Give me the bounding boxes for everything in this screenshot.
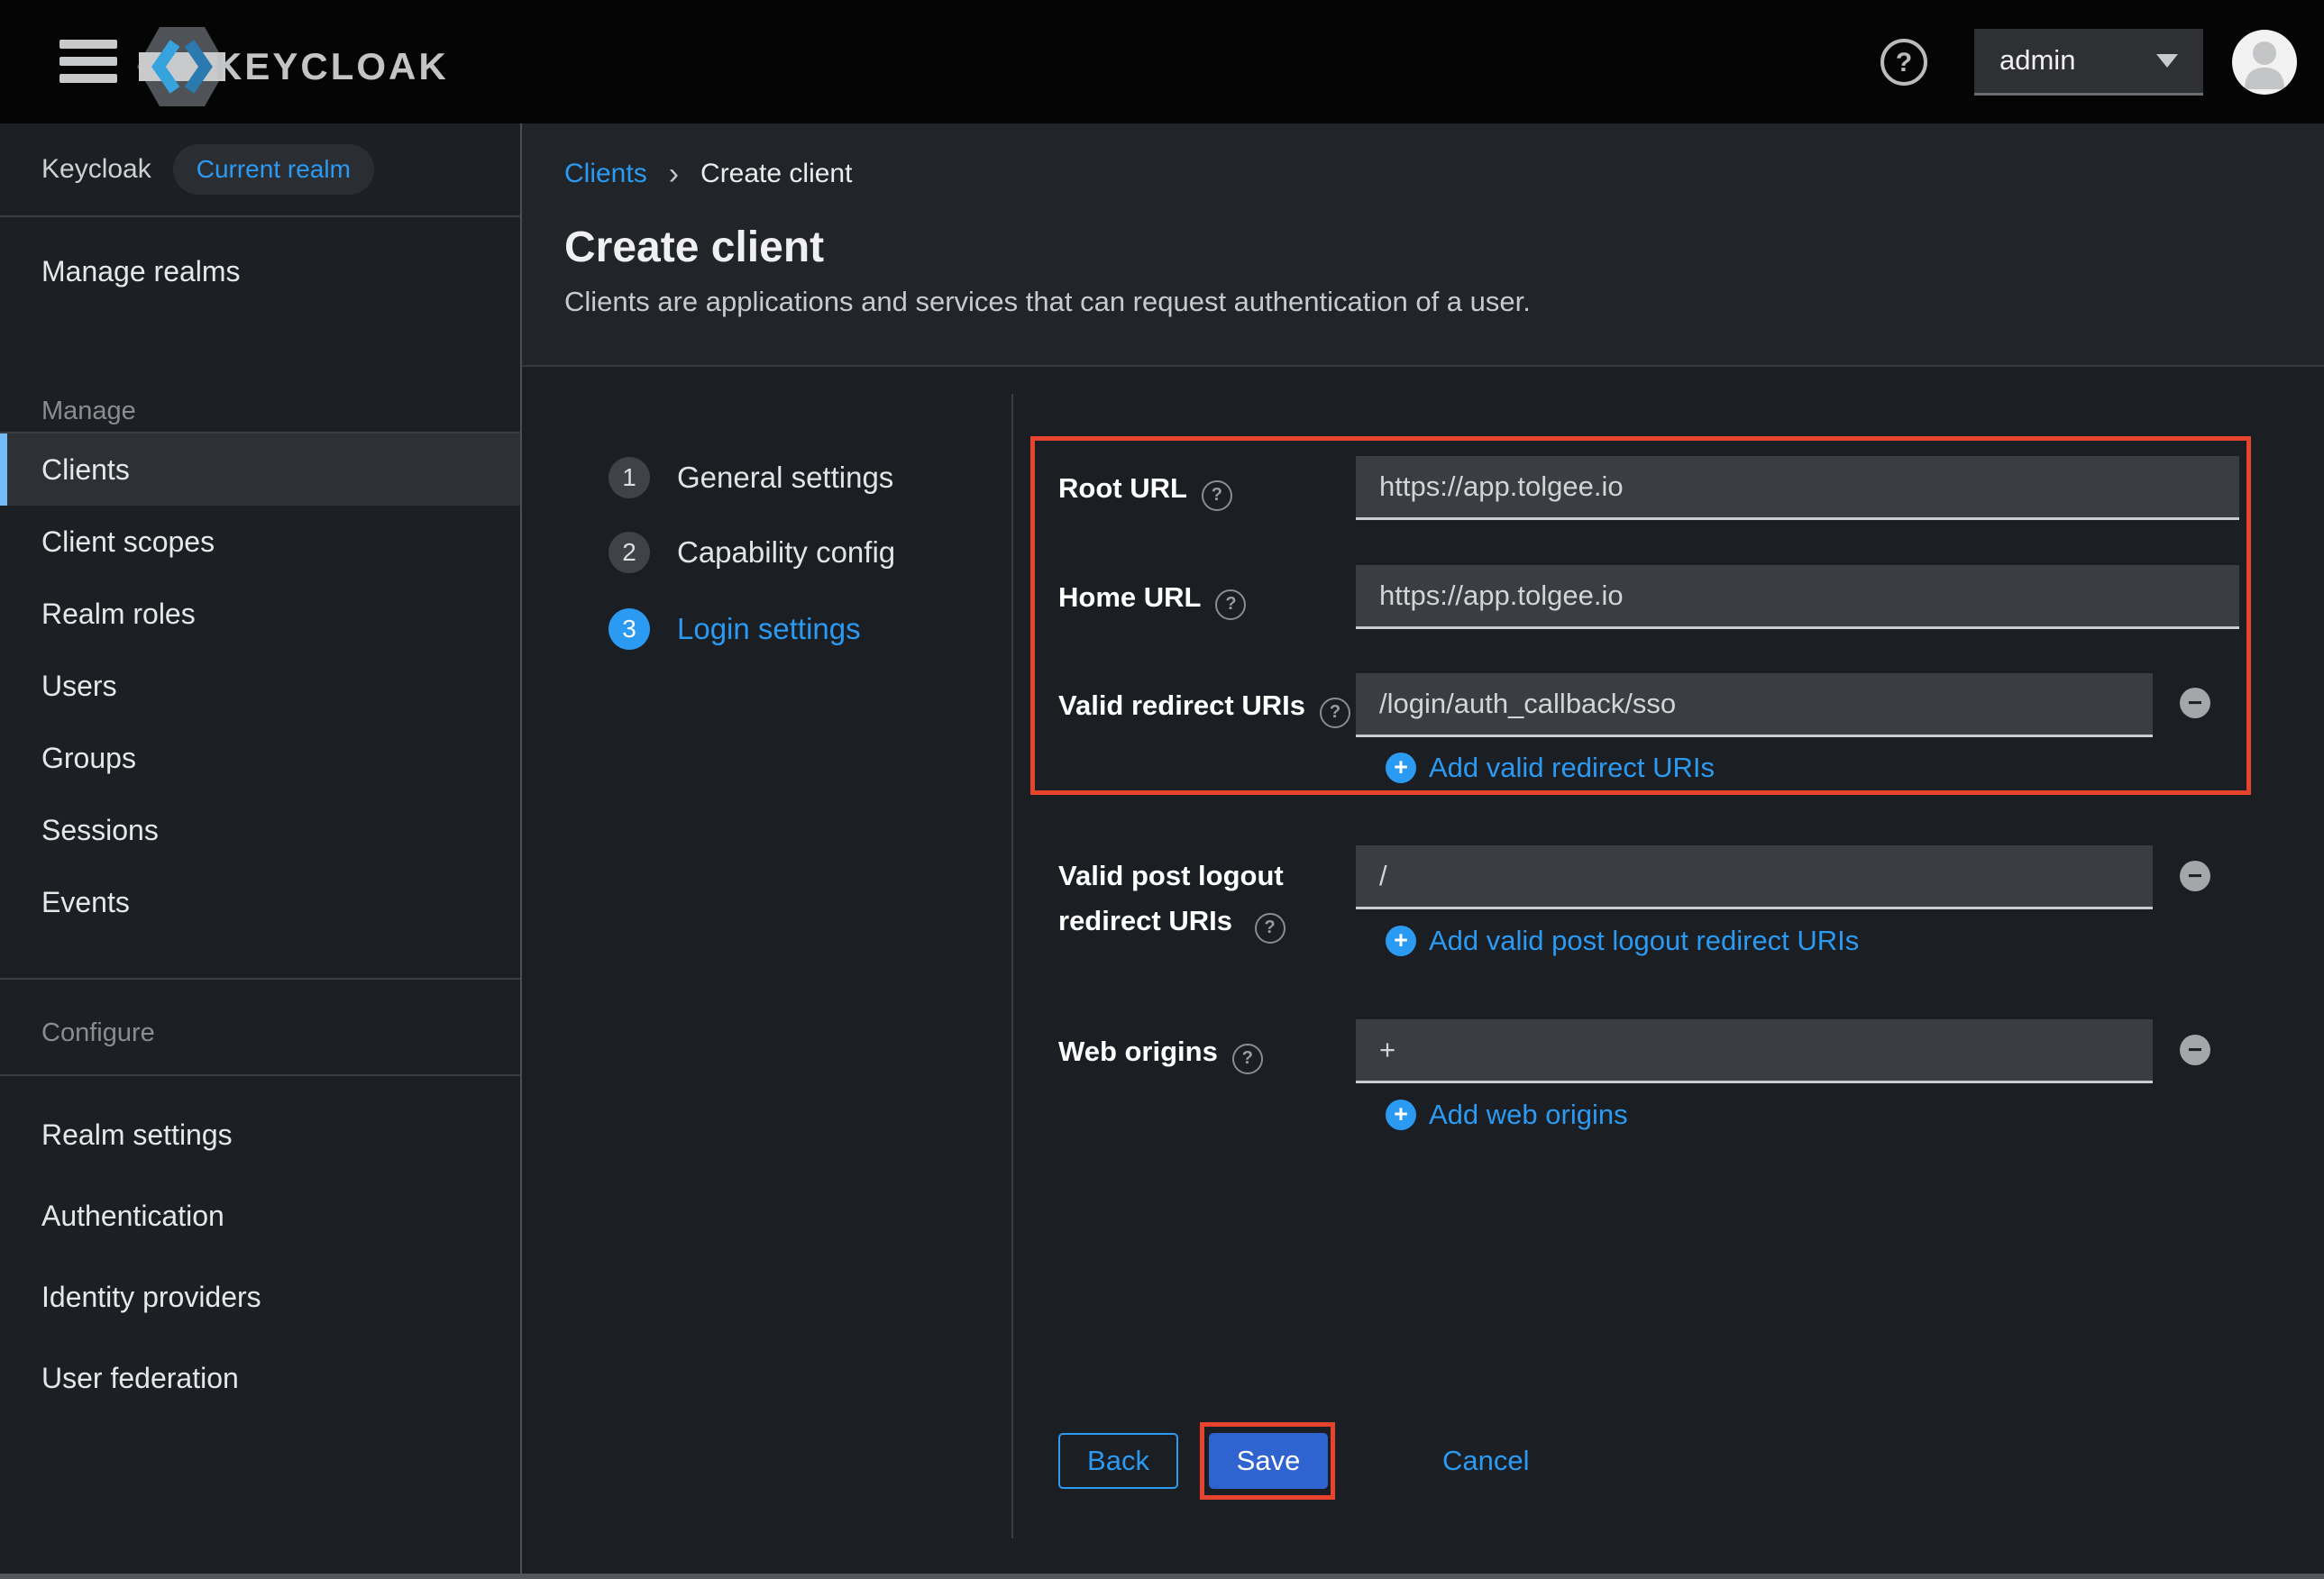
sidebar-item-manage-realms[interactable]: Manage realms [0, 235, 520, 307]
wizard-step-capability-config[interactable]: 2 Capability config [608, 532, 895, 573]
breadcrumb-clients-link[interactable]: Clients [564, 159, 647, 189]
user-dropdown[interactable]: admin [1974, 29, 2203, 96]
valid-post-logout-redirect-uris-input[interactable] [1356, 845, 2153, 909]
valid-redirect-uris-label-text: Valid redirect URIs [1058, 689, 1305, 721]
home-url-input[interactable] [1356, 565, 2239, 629]
valid-post-logout-redirect-uris-label: Valid post logout redirect URIs ? [1058, 853, 1293, 944]
sidebar-item-groups[interactable]: Groups [0, 722, 520, 794]
step-label: General settings [677, 457, 893, 498]
help-icon[interactable]: ? [1255, 913, 1286, 944]
avatar[interactable] [2232, 30, 2297, 95]
valid-redirect-uris-input[interactable] [1356, 673, 2153, 737]
keycloak-logo-icon [137, 23, 227, 110]
divider [0, 215, 520, 217]
sidebar-group-manage: Manage [0, 390, 520, 432]
cancel-button[interactable]: Cancel [1442, 1433, 1530, 1489]
breadcrumb-current: Create client [700, 159, 852, 189]
step-label: Capability config [677, 532, 895, 573]
breadcrumb: Clients › Create client [564, 158, 852, 190]
realm-switcher[interactable]: Keycloak Current realm [0, 123, 520, 215]
root-url-input[interactable] [1356, 456, 2239, 520]
sidebar-item-events[interactable]: Events [0, 866, 520, 938]
sidebar: Keycloak Current realm Manage realms Man… [0, 123, 522, 1579]
sidebar-item-realm-settings[interactable]: Realm settings [0, 1094, 520, 1175]
home-url-label: Home URL? [1058, 565, 1246, 629]
divider [0, 1074, 520, 1076]
sidebar-group-configure: Configure [0, 1012, 520, 1054]
remove-web-origin-icon[interactable]: − [2180, 1035, 2210, 1065]
realm-name: Keycloak [41, 154, 151, 185]
divider [0, 978, 520, 980]
keycloak-logo: KEYCLOAK [137, 23, 449, 110]
sidebar-item-sessions[interactable]: Sessions [0, 794, 520, 866]
page-header: Clients › Create client Create client Cl… [522, 123, 2324, 367]
sidebar-nav-configure: Realm settings Authentication Identity p… [0, 1094, 520, 1419]
topbar-right: ? admin [1880, 0, 2324, 123]
help-icon[interactable]: ? [1202, 480, 1232, 511]
step-number: 2 [608, 532, 650, 573]
sidebar-item-client-scopes[interactable]: Client scopes [0, 506, 520, 578]
sidebar-nav-manage: Clients Client scopes Realm roles Users … [0, 434, 520, 938]
step-number: 1 [608, 457, 650, 498]
sidebar-item-users[interactable]: Users [0, 650, 520, 722]
page-title: Create client [564, 223, 824, 272]
add-link-text: Add valid redirect URIs [1429, 752, 1715, 784]
remove-redirect-uri-icon[interactable]: − [2180, 688, 2210, 718]
add-link-text: Add valid post logout redirect URIs [1429, 925, 1859, 957]
web-origins-label-text: Web origins [1058, 1036, 1218, 1067]
wizard-step-login-settings[interactable]: 3 Login settings [608, 608, 861, 650]
sidebar-item-identity-providers[interactable]: Identity providers [0, 1256, 520, 1337]
help-icon[interactable]: ? [1232, 1044, 1263, 1074]
plus-circle-icon: + [1386, 926, 1416, 956]
page-subtitle: Clients are applications and services th… [564, 286, 1531, 318]
step-number: 3 [608, 608, 650, 650]
help-icon[interactable]: ? [1215, 589, 1246, 620]
step-label: Login settings [677, 608, 861, 650]
user-dropdown-label: admin [1999, 44, 2075, 77]
save-button[interactable]: Save [1209, 1433, 1328, 1489]
sidebar-item-realm-roles[interactable]: Realm roles [0, 578, 520, 650]
wizard-step-general-settings[interactable]: 1 General settings [608, 457, 893, 498]
window-bottom-edge [0, 1574, 2324, 1579]
help-icon[interactable]: ? [1880, 39, 1927, 86]
breadcrumb-chevron-icon: › [669, 157, 679, 192]
chevron-down-icon [2156, 54, 2178, 68]
back-button[interactable]: Back [1058, 1433, 1178, 1489]
help-icon[interactable]: ? [1320, 698, 1350, 728]
web-origins-label: Web origins? [1058, 1019, 1263, 1083]
plus-circle-icon: + [1386, 1100, 1416, 1130]
root-url-label: Root URL? [1058, 456, 1232, 520]
add-valid-redirect-uris-button[interactable]: + Add valid redirect URIs [1386, 750, 1715, 786]
add-link-text: Add web origins [1429, 1099, 1628, 1131]
home-url-label-text: Home URL [1058, 581, 1201, 613]
main-content: Clients › Create client Create client Cl… [522, 123, 2324, 1579]
remove-post-logout-uri-icon[interactable]: − [2180, 861, 2210, 891]
hamburger-menu-icon[interactable] [59, 40, 117, 83]
web-origins-input[interactable] [1356, 1019, 2153, 1083]
sidebar-item-clients[interactable]: Clients [0, 434, 520, 506]
add-valid-post-logout-redirect-uris-button[interactable]: + Add valid post logout redirect URIs [1386, 923, 1859, 959]
sidebar-item-user-federation[interactable]: User federation [0, 1337, 520, 1419]
brand-text: KEYCLOAK [215, 45, 449, 88]
topbar: KEYCLOAK ? admin [0, 0, 2324, 123]
current-realm-badge: Current realm [173, 144, 374, 195]
keycloak-admin-console: KEYCLOAK ? admin Keycloak Current realm … [0, 0, 2324, 1579]
person-icon [2232, 30, 2297, 95]
add-web-origins-button[interactable]: + Add web origins [1386, 1097, 1628, 1133]
valid-post-logout-label-text: Valid post logout redirect URIs [1058, 860, 1284, 936]
plus-circle-icon: + [1386, 753, 1416, 783]
root-url-label-text: Root URL [1058, 472, 1187, 504]
sidebar-item-authentication[interactable]: Authentication [0, 1175, 520, 1256]
divider [1011, 394, 1013, 1538]
valid-redirect-uris-label: Valid redirect URIs? [1058, 673, 1350, 737]
